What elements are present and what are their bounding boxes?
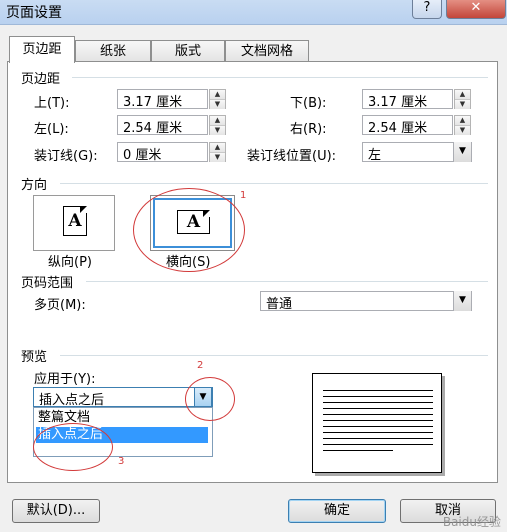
annotation-number-1: 1 (240, 190, 247, 201)
window-title: 页面设置 (6, 5, 62, 21)
multiple-pages-select[interactable]: 普通 ▼ (260, 291, 472, 312)
tab-layout[interactable]: 版式 (151, 40, 225, 62)
default-button[interactable]: 默认(D)... (12, 499, 100, 523)
annotation-number-2: 2 (197, 360, 204, 371)
bottom-margin-label: 下(B): (290, 96, 327, 111)
top-margin-input[interactable]: 3.17 厘米 (117, 89, 208, 110)
chevron-down-icon[interactable]: ▼ (453, 291, 471, 311)
top-margin-label: 上(T): (34, 96, 70, 111)
margins-section-title: 页边距 (21, 72, 61, 87)
preview-section-title: 预览 (21, 350, 48, 365)
watermark: Baidu经验 (442, 515, 501, 529)
portrait-label: 纵向(P) (48, 255, 92, 270)
annotation-circle-1 (133, 188, 245, 272)
left-margin-spinner[interactable]: ▲ ▼ (209, 115, 226, 135)
top-margin-spinner[interactable]: ▲ ▼ (209, 89, 226, 109)
gutter-position-label: 装订线位置(U): (247, 149, 337, 164)
preview-separator (60, 355, 488, 356)
multiple-pages-label: 多页(M): (34, 298, 86, 313)
annotation-circle-3 (33, 423, 113, 471)
right-margin-label: 右(R): (290, 122, 327, 137)
gutter-position-select[interactable]: 左 ▼ (362, 142, 472, 163)
ok-button[interactable]: 确定 (288, 499, 386, 523)
chevron-down-icon[interactable]: ▼ (453, 142, 471, 162)
preview-page (312, 373, 442, 473)
annotation-number-3: 3 (118, 456, 125, 467)
orientation-separator (60, 183, 488, 184)
portrait-page-icon: A (63, 206, 87, 236)
bottom-margin-input[interactable]: 3.17 厘米 (362, 89, 453, 110)
apply-to-label: 应用于(Y): (34, 372, 96, 387)
gutter-input[interactable]: 0 厘米 (117, 142, 208, 163)
gutter-spinner[interactable]: ▲ ▼ (209, 142, 226, 162)
left-margin-input[interactable]: 2.54 厘米 (117, 115, 208, 136)
tab-margins[interactable]: 页边距 (9, 36, 75, 63)
right-margin-spinner[interactable]: ▲ ▼ (454, 115, 471, 135)
margins-separator (72, 77, 488, 78)
tab-document-grid[interactable]: 文档网格 (225, 40, 309, 62)
pages-separator (86, 281, 488, 282)
close-button[interactable]: ✕ (446, 0, 506, 19)
portrait-option[interactable]: A (33, 195, 115, 251)
orientation-section-title: 方向 (21, 178, 48, 193)
bottom-margin-spinner[interactable]: ▲ ▼ (454, 89, 471, 109)
gutter-label: 装订线(G): (34, 149, 98, 164)
tab-paper[interactable]: 纸张 (75, 40, 151, 62)
help-button[interactable]: ? (412, 0, 442, 19)
left-margin-label: 左(L): (34, 122, 69, 137)
right-margin-input[interactable]: 2.54 厘米 (362, 115, 453, 136)
pages-section-title: 页码范围 (21, 276, 74, 291)
annotation-circle-2 (185, 377, 235, 421)
